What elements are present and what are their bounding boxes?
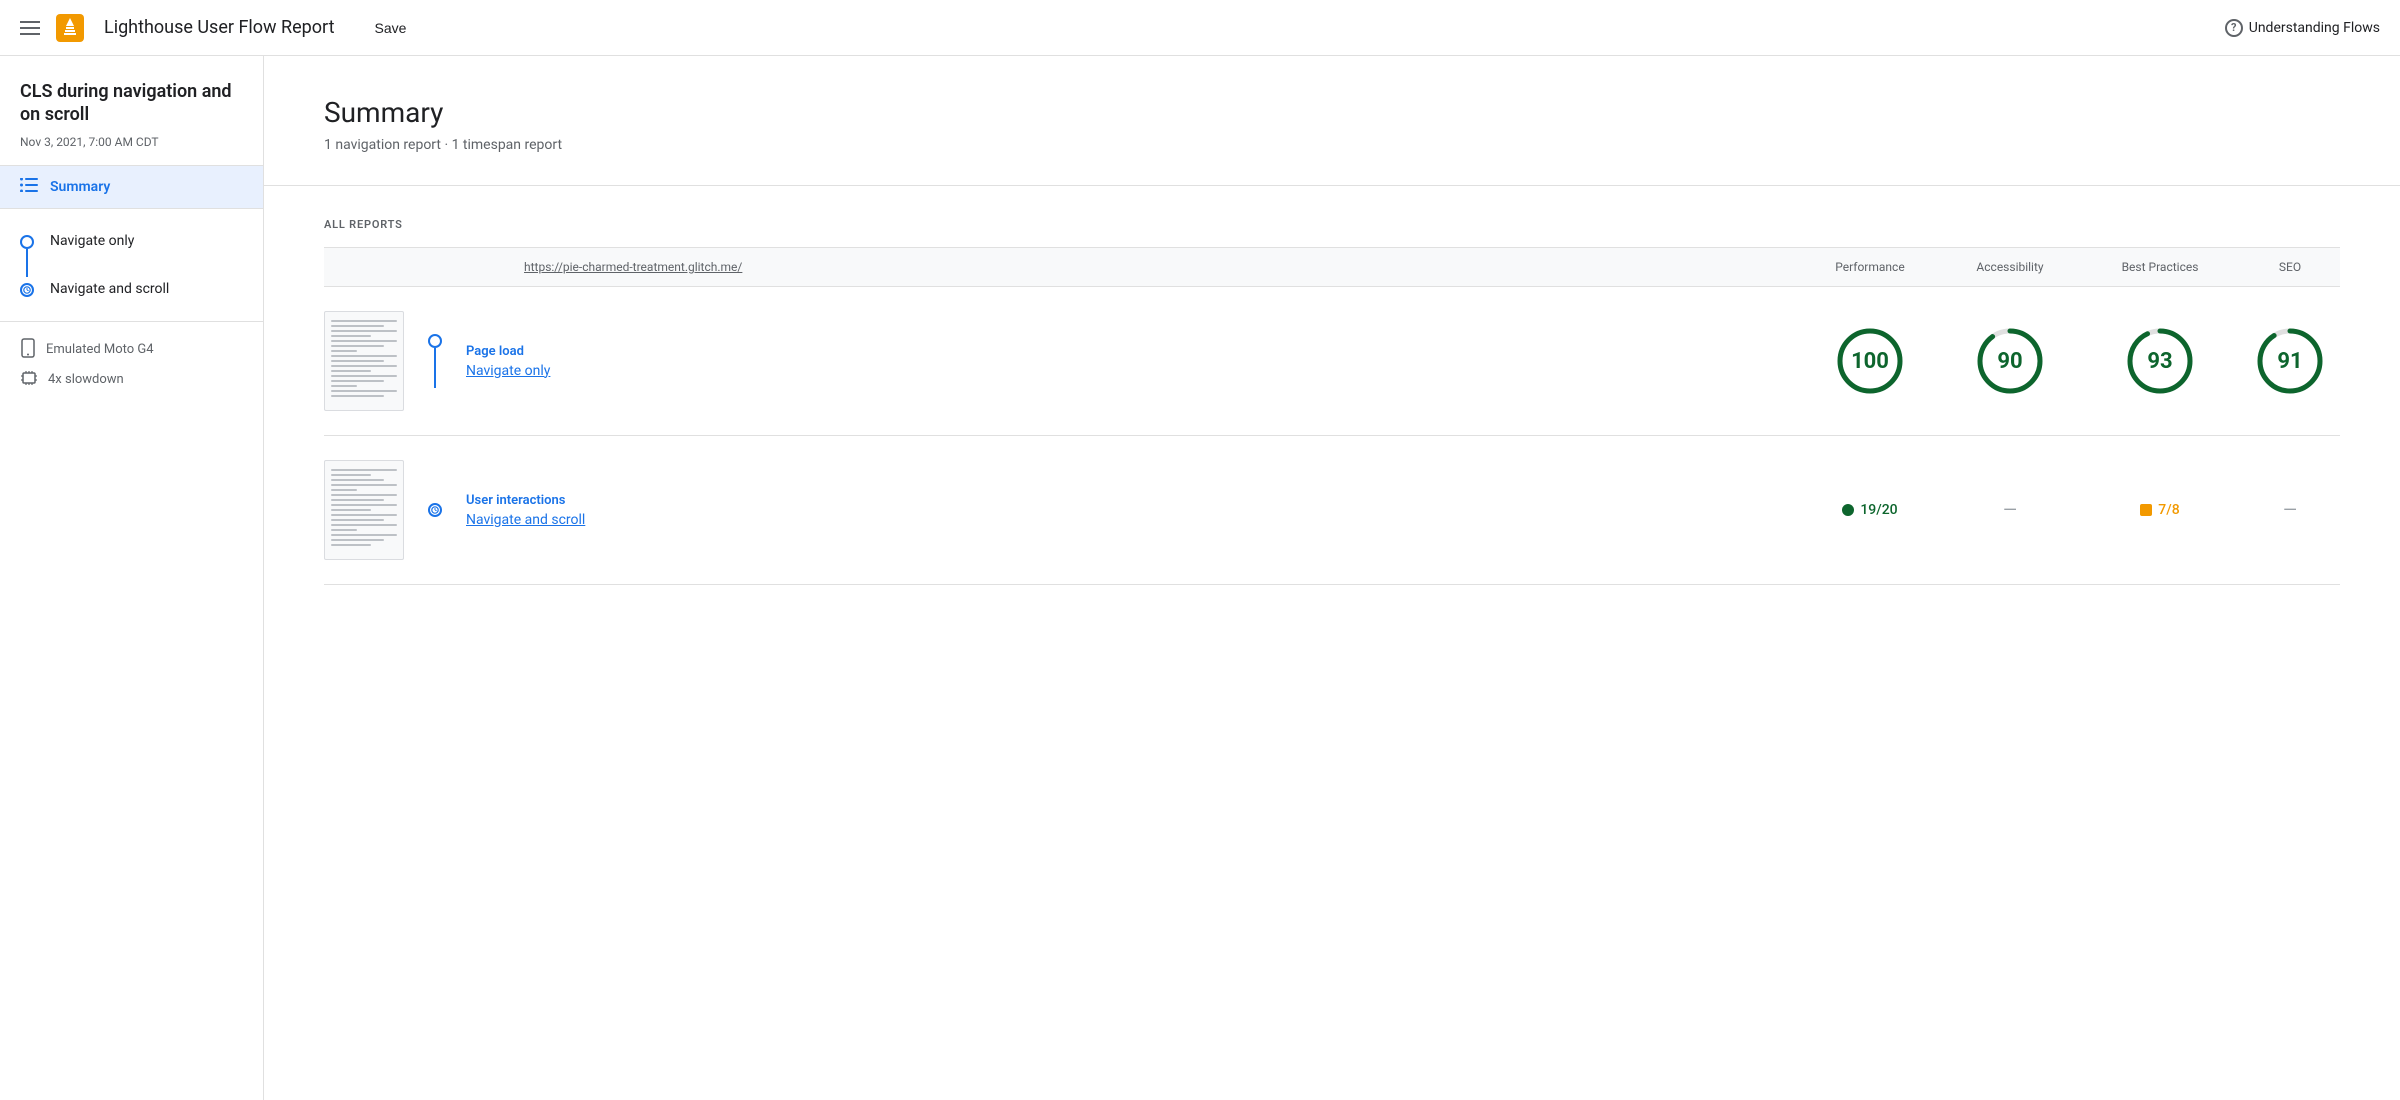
score-value-bp-1: 93 — [2147, 349, 2172, 374]
table-header-row: https://pie-charmed-treatment.glitch.me/… — [324, 247, 2340, 287]
score-circle-seo-1: 91 — [2254, 325, 2326, 397]
app-title: Lighthouse User Flow Report — [104, 17, 334, 38]
score-circle-bp-1: 93 — [2124, 325, 2196, 397]
report-row-left-2: User interactions Navigate and scroll — [324, 460, 1800, 560]
sidebar-item-summary[interactable]: Summary — [0, 166, 263, 208]
header-left: Lighthouse User Flow Report Save — [20, 14, 406, 42]
sidebar-nav-items: Navigate only Navigate and scroll — [0, 209, 263, 321]
score-square-orange — [2140, 504, 2152, 516]
summary-section: Summary 1 navigation report · 1 timespan… — [264, 56, 2400, 186]
device-label-slowdown: 4x slowdown — [48, 372, 124, 387]
report-scores-2: 19/20 — 7/8 — [1800, 500, 2340, 521]
nav-item-navigate-scroll[interactable]: Navigate and scroll — [50, 281, 169, 297]
header: Lighthouse User Flow Report Save ? Under… — [0, 0, 2400, 56]
report-info-1: Page load Navigate only — [466, 344, 550, 379]
score-accessibility-2: — — [1940, 500, 2080, 521]
flow-title: CLS during navigation and on scroll — [0, 56, 263, 131]
th-url: https://pie-charmed-treatment.glitch.me/ — [324, 260, 1800, 274]
score-dash-seo-2: — — [2283, 500, 2297, 521]
understanding-flows-label: Understanding Flows — [2249, 20, 2380, 36]
understanding-flows-link[interactable]: ? Understanding Flows — [2225, 19, 2380, 37]
score-bp-1: 93 — [2080, 325, 2240, 397]
report-table: https://pie-charmed-treatment.glitch.me/… — [324, 247, 2340, 585]
report-timeline-2 — [428, 503, 442, 517]
all-reports-label: ALL REPORTS — [324, 218, 2340, 231]
th-seo: SEO — [2240, 260, 2340, 274]
cpu-slowdown-icon — [20, 370, 38, 390]
report-row-left-1: Page load Navigate only — [324, 311, 1800, 411]
score-accessibility-1: 90 — [1940, 325, 2080, 397]
score-value-perf-1: 100 — [1851, 349, 1889, 374]
score-bp-2: 7/8 — [2080, 502, 2240, 518]
score-badge-perf-2: 19/20 — [1842, 502, 1897, 518]
device-item-moto: Emulated Moto G4 — [20, 338, 243, 362]
summary-title: Summary — [324, 96, 2340, 129]
report-scores-1: 100 90 — [1800, 325, 2340, 397]
report-thumbnail-2 — [324, 460, 404, 560]
help-icon: ? — [2225, 19, 2243, 37]
report-type-2: User interactions — [466, 493, 585, 508]
mobile-device-icon — [20, 338, 36, 362]
device-label-moto: Emulated Moto G4 — [46, 342, 154, 357]
th-best-practices: Best Practices — [2080, 260, 2240, 274]
score-value-bp-2: 7/8 — [2158, 502, 2179, 518]
menu-icon[interactable] — [20, 21, 40, 35]
reports-section: ALL REPORTS https://pie-charmed-treatmen… — [264, 186, 2400, 617]
score-dash-access-2: — — [2003, 500, 2017, 521]
summary-label: Summary — [50, 179, 110, 195]
score-circle-perf-1: 100 — [1834, 325, 1906, 397]
main-content: Summary 1 navigation report · 1 timespan… — [264, 56, 2400, 1100]
report-name-2[interactable]: Navigate and scroll — [466, 512, 585, 528]
score-badge-bp-2: 7/8 — [2140, 502, 2179, 518]
th-url-text: https://pie-charmed-treatment.glitch.me/ — [524, 260, 742, 274]
score-seo-1: 91 — [2240, 325, 2340, 397]
header-right: ? Understanding Flows — [2225, 19, 2380, 37]
report-row-navigate-scroll: User interactions Navigate and scroll 19… — [324, 436, 2340, 585]
sidebar-device-section: Emulated Moto G4 — [0, 322, 263, 406]
report-thumbnail-1 — [324, 311, 404, 411]
nav-item-navigate-only[interactable]: Navigate only — [50, 233, 134, 249]
th-performance: Performance — [1800, 260, 1940, 274]
flow-date: Nov 3, 2021, 7:00 AM CDT — [0, 131, 263, 165]
score-value-perf-2: 19/20 — [1860, 502, 1897, 518]
report-type-1: Page load — [466, 344, 550, 359]
score-value-seo-1: 91 — [2277, 349, 2302, 374]
list-icon — [20, 178, 38, 196]
main-layout: CLS during navigation and on scroll Nov … — [0, 56, 2400, 1100]
score-seo-2: — — [2240, 500, 2340, 521]
score-dot-green — [1842, 504, 1854, 516]
sidebar: CLS during navigation and on scroll Nov … — [0, 56, 264, 1100]
score-value-access-1: 90 — [1997, 349, 2022, 374]
timeline-dot-circle-1 — [20, 235, 34, 249]
report-row-navigate-only: Page load Navigate only — [324, 287, 2340, 436]
score-performance-2: 19/20 — [1800, 502, 1940, 518]
timeline-line-1 — [26, 249, 28, 277]
device-item-slowdown: 4x slowdown — [20, 370, 243, 390]
score-circle-access-1: 90 — [1974, 325, 2046, 397]
th-accessibility: Accessibility — [1940, 260, 2080, 274]
timeline-dot-clock-1 — [20, 283, 34, 297]
score-performance-1: 100 — [1800, 325, 1940, 397]
report-timeline-1 — [428, 334, 442, 388]
lighthouse-logo — [56, 14, 84, 42]
report-name-1[interactable]: Navigate only — [466, 363, 550, 379]
save-button[interactable]: Save — [374, 20, 406, 36]
summary-subtitle: 1 navigation report · 1 timespan report — [324, 137, 2340, 153]
report-info-2: User interactions Navigate and scroll — [466, 493, 585, 528]
